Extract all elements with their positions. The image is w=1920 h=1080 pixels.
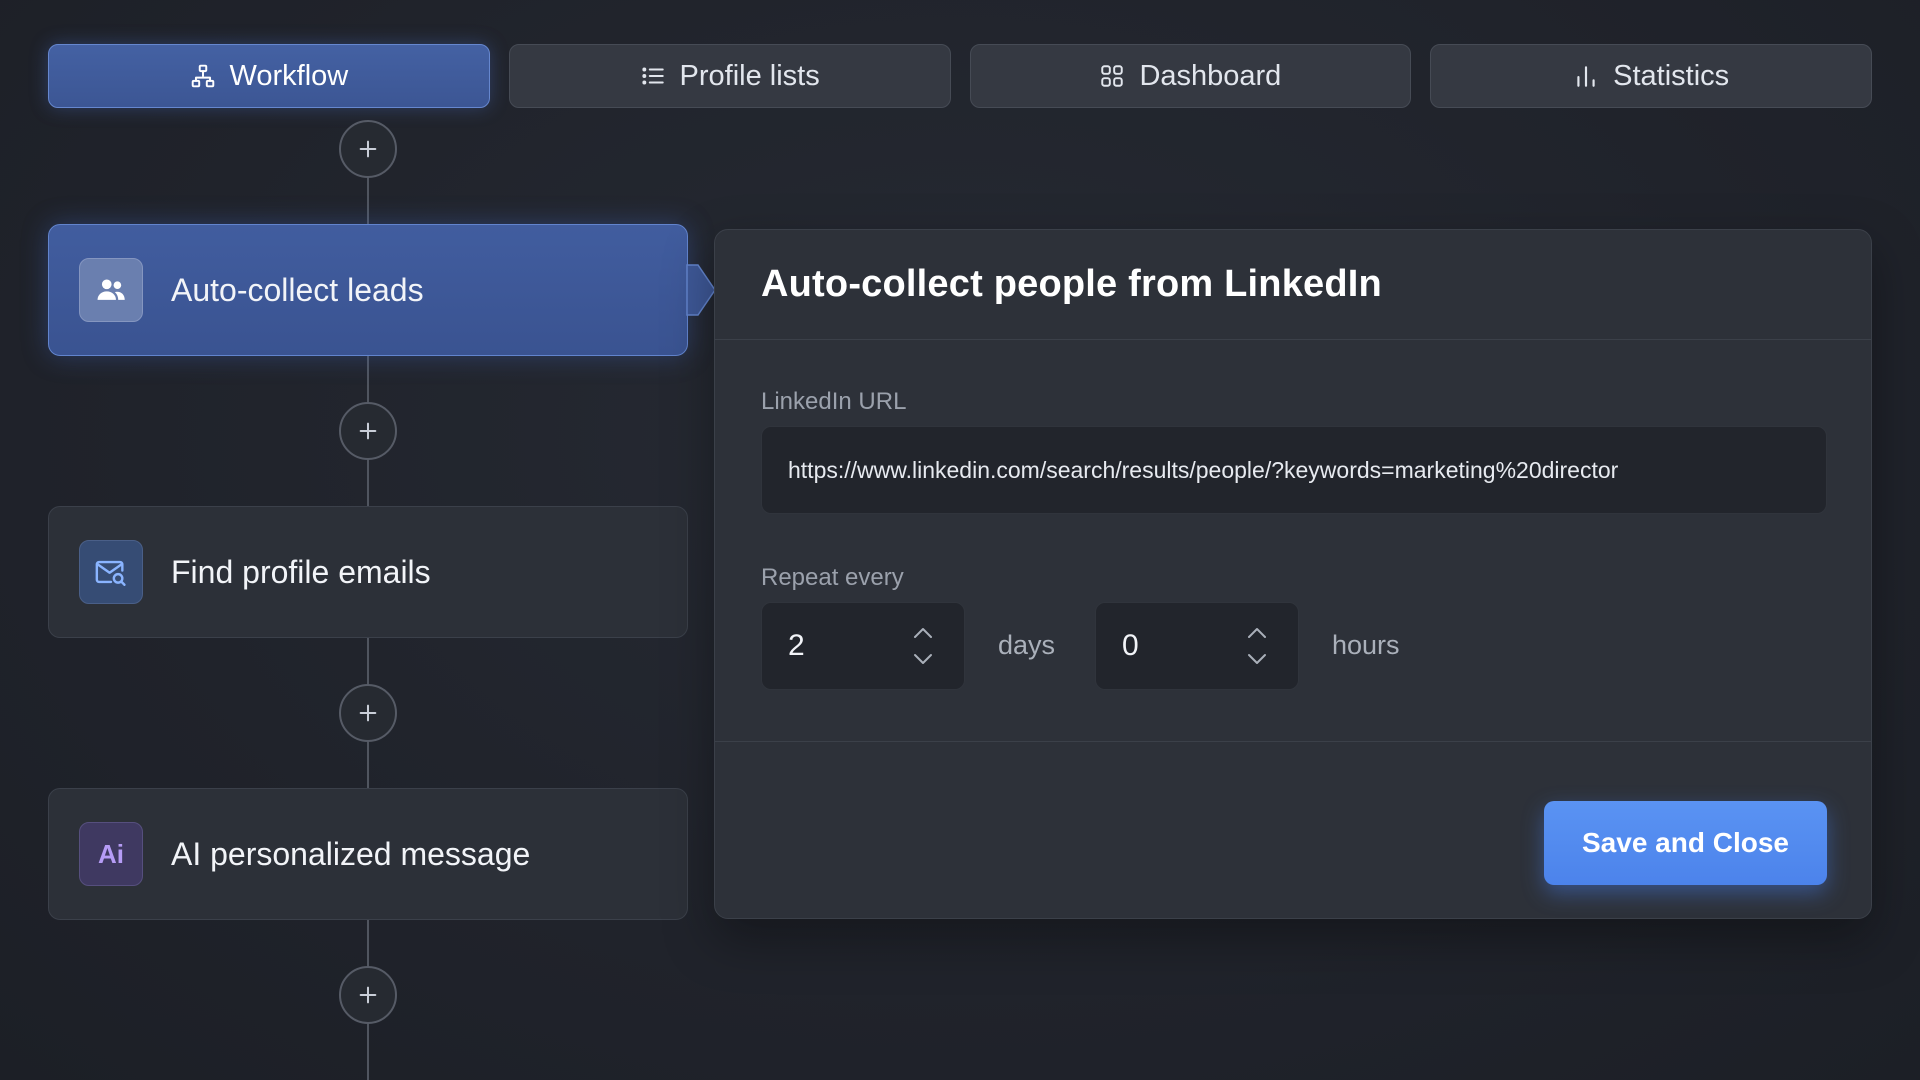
add-step-button[interactable] (339, 966, 397, 1024)
ai-icon: Ai (98, 838, 124, 869)
days-stepper[interactable]: 2 (761, 602, 965, 690)
workflow-icon (191, 64, 214, 88)
chevron-down-icon[interactable] (1246, 652, 1268, 666)
tab-label: Dashboard (1139, 59, 1282, 92)
users-icon (97, 279, 125, 300)
linkedin-url-label: LinkedIn URL (761, 388, 907, 415)
panel-divider (715, 741, 1871, 742)
days-spinner (912, 626, 938, 666)
step-config-panel: Auto-collect people from LinkedIn Linked… (714, 229, 1872, 919)
grid-icon (1101, 65, 1124, 87)
plus-icon (359, 986, 377, 1004)
days-unit-label: days (998, 630, 1056, 660)
main-tabs: Workflow Profile lists Dashboard Statist… (48, 44, 1872, 108)
active-step-pointer (686, 264, 716, 316)
days-value[interactable]: 2 (788, 629, 912, 663)
hours-unit-label: hours (1332, 630, 1400, 660)
plus-icon (359, 422, 377, 440)
plus-icon (359, 140, 377, 158)
tab-profile-lists[interactable]: Profile lists (508, 44, 951, 108)
linkedin-url-input[interactable] (761, 426, 1827, 514)
tab-label: Workflow (229, 59, 349, 92)
list-icon (641, 67, 664, 85)
mail-search-icon (95, 560, 126, 586)
add-step-button[interactable] (339, 120, 397, 178)
plus-icon (359, 704, 377, 722)
step-label: Auto-collect leads (171, 271, 424, 308)
chevron-up-icon[interactable] (1246, 626, 1268, 640)
bar-chart-icon (1577, 66, 1595, 87)
step-icon-badge: Ai (79, 822, 143, 886)
step-label: Find profile emails (171, 553, 431, 590)
add-step-button[interactable] (339, 684, 397, 742)
workflow-step-auto-collect-leads[interactable]: Auto-collect leads (48, 224, 688, 356)
chevron-down-icon[interactable] (912, 652, 934, 666)
save-and-close-button[interactable]: Save and Close (1544, 801, 1827, 885)
panel-header: Auto-collect people from LinkedIn (715, 230, 1871, 340)
panel-title: Auto-collect people from LinkedIn (761, 263, 1382, 305)
tab-label: Profile lists (679, 59, 820, 92)
hours-value[interactable]: 0 (1122, 629, 1246, 663)
chevron-up-icon[interactable] (912, 626, 934, 640)
repeat-every-label: Repeat every (761, 564, 904, 591)
tab-workflow[interactable]: Workflow (48, 44, 490, 108)
hours-spinner (1246, 626, 1272, 666)
hours-stepper[interactable]: 0 (1095, 602, 1299, 690)
workflow-step-find-profile-emails[interactable]: Find profile emails (48, 506, 688, 638)
step-icon-badge (79, 540, 143, 604)
tab-dashboard[interactable]: Dashboard (969, 44, 1412, 108)
step-label: AI personalized message (171, 835, 531, 872)
workflow-step-ai-personalized-message[interactable]: Ai AI personalized message (48, 788, 688, 920)
add-step-button[interactable] (339, 402, 397, 460)
tab-label: Statistics (1613, 59, 1730, 92)
tab-statistics[interactable]: Statistics (1430, 44, 1872, 108)
step-icon-badge (79, 258, 143, 322)
